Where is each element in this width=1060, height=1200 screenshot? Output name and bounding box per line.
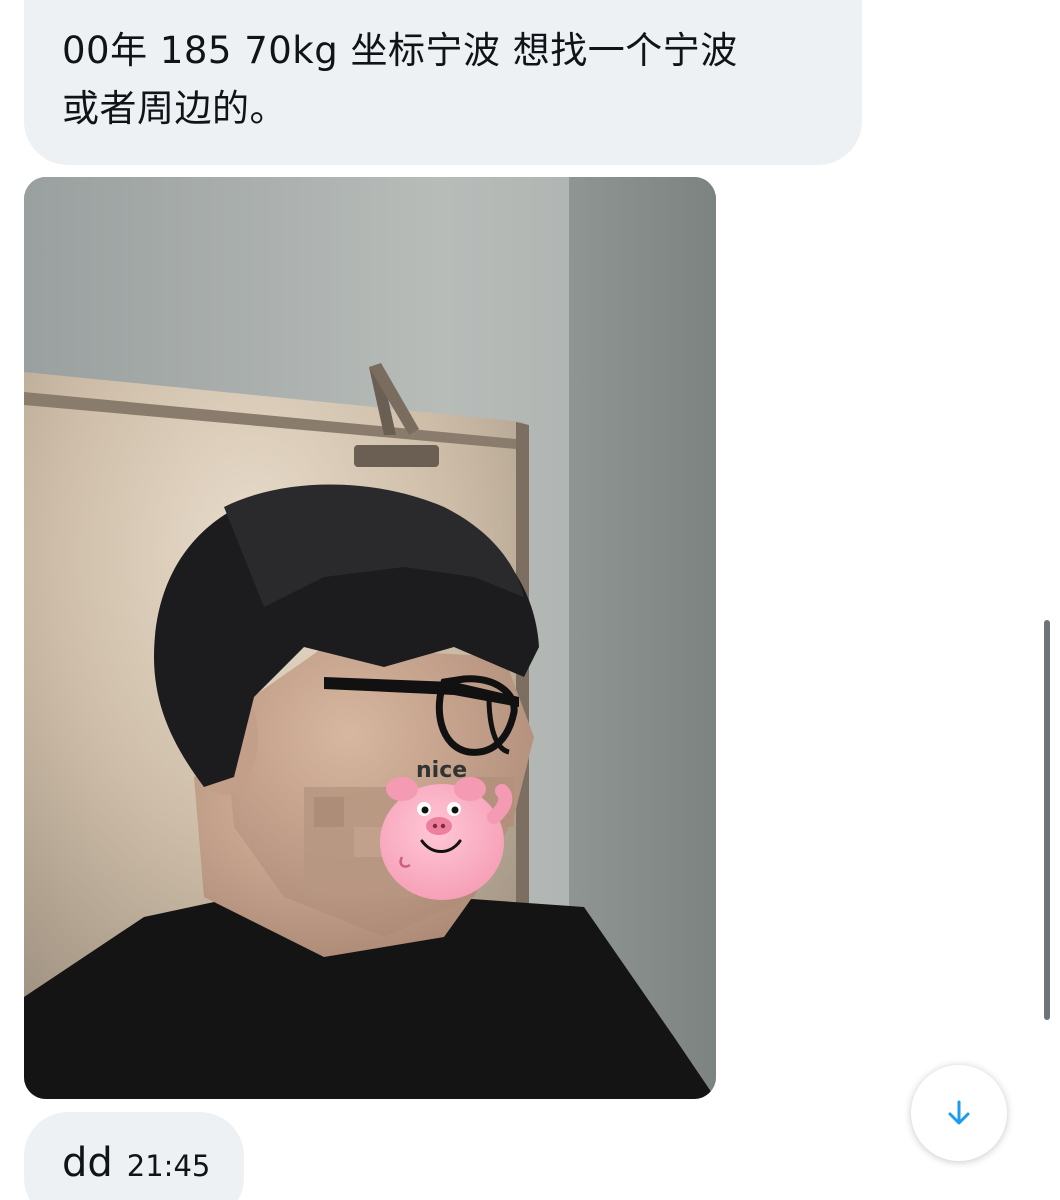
selfie-photo: nice	[24, 177, 716, 1099]
scrollbar-thumb[interactable]	[1044, 620, 1050, 1020]
message-bubble-text[interactable]: dd 21:45	[24, 1112, 244, 1200]
sticker-caption: nice	[416, 758, 467, 783]
arrow-down-icon	[948, 1100, 970, 1125]
chat-screen: 00年 185 70kg 坐标宁波 想找一个宁波 或者周边的。 nice dd …	[0, 0, 1060, 1200]
message-timestamp: 21:45	[126, 1149, 211, 1183]
message-text: dd	[62, 1140, 113, 1186]
message-line: 00年 185 70kg 坐标宁波 想找一个宁波	[62, 29, 738, 72]
scroll-to-bottom-button[interactable]	[911, 1065, 1007, 1161]
message-photo[interactable]: nice	[24, 177, 716, 1099]
message-bubble-text[interactable]: 00年 185 70kg 坐标宁波 想找一个宁波 或者周边的。	[24, 0, 862, 165]
message-line: 或者周边的。	[62, 87, 287, 130]
